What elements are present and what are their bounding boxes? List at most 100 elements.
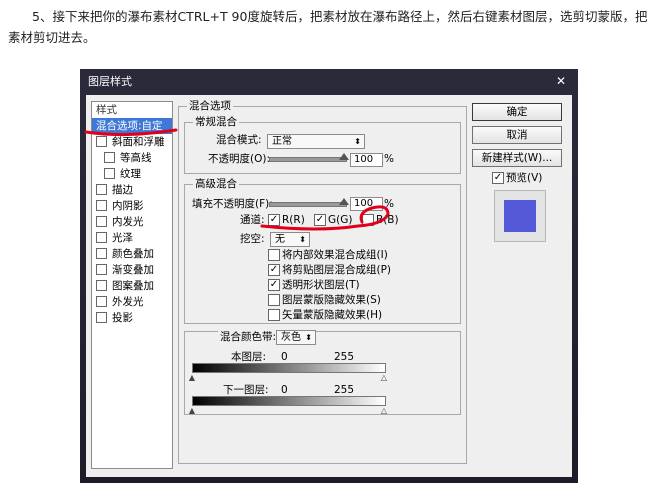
general-blending-title: 常规混合 bbox=[193, 116, 239, 128]
fill-opacity-label: 填充不透明度(F): bbox=[192, 198, 273, 210]
style-item-label: 图案叠加 bbox=[112, 280, 154, 292]
underlying-white-slider-icon[interactable]: △ bbox=[380, 407, 388, 415]
blend-clipped-checkbox[interactable]: ✓ bbox=[268, 264, 280, 276]
style-checkbox[interactable] bbox=[96, 279, 107, 291]
style-item-label: 颜色叠加 bbox=[112, 248, 154, 260]
style-item-label: 描边 bbox=[112, 184, 133, 196]
style-item-satin[interactable]: 光泽 bbox=[92, 230, 172, 246]
this-layer-label: 本图层: bbox=[231, 351, 267, 363]
ok-button[interactable]: 确定 bbox=[472, 103, 562, 121]
style-checkbox[interactable] bbox=[96, 263, 107, 275]
blend-if-label: 混合颜色带: bbox=[218, 330, 279, 344]
style-item-stroke[interactable]: 描边 bbox=[92, 182, 172, 198]
cancel-button[interactable]: 取消 bbox=[472, 126, 562, 144]
style-checkbox[interactable] bbox=[96, 183, 107, 195]
style-item-label: 外发光 bbox=[112, 296, 144, 308]
layer-mask-hides-checkbox[interactable] bbox=[268, 294, 280, 306]
blend-mode-value: 正常 bbox=[272, 136, 292, 147]
blend-interior-checkbox[interactable] bbox=[268, 249, 280, 261]
styles-list: 样式 混合选项:自定 斜面和浮雕 等高线 纹理 描边 内阴影 内发光 光泽 颜色… bbox=[91, 101, 173, 469]
this-layer-black-slider-icon[interactable]: ▲ bbox=[188, 374, 196, 382]
knockout-value: 无 bbox=[275, 234, 285, 245]
new-style-button[interactable]: 新建样式(W)... bbox=[472, 149, 562, 167]
advanced-blending-title: 高级混合 bbox=[193, 178, 239, 190]
tutorial-caption: 5、接下来把你的瀑布素材CTRL+T 90度旋转后，把素材放在瀑布路径上，然后右… bbox=[8, 6, 652, 48]
this-layer-gradient[interactable] bbox=[192, 363, 386, 373]
caption-text: 5、接下来把你的瀑布素材CTRL+T 90度旋转后，把素材放在瀑布路径上，然后右… bbox=[8, 9, 648, 45]
style-item-outer-glow[interactable]: 外发光 bbox=[92, 294, 172, 310]
style-item-label: 混合选项:自定 bbox=[96, 120, 163, 132]
style-item-pattern-overlay[interactable]: 图案叠加 bbox=[92, 278, 172, 294]
style-checkbox[interactable] bbox=[96, 247, 107, 259]
style-checkbox[interactable] bbox=[96, 231, 107, 243]
opacity-input[interactable]: 100 bbox=[350, 153, 383, 167]
updown-arrow-icon: ⬍ bbox=[299, 235, 306, 244]
preview-swatch bbox=[504, 200, 536, 232]
style-checkbox[interactable] bbox=[96, 311, 107, 323]
underlying-black-slider-icon[interactable]: ▲ bbox=[188, 407, 196, 415]
style-checkbox[interactable] bbox=[96, 215, 107, 227]
underlying-layer-label: 下一图层: bbox=[223, 384, 269, 396]
fill-opacity-slider-thumb[interactable] bbox=[339, 198, 349, 205]
blend-if-select[interactable]: 灰色 ⬍ bbox=[276, 330, 316, 345]
channel-b-label: B(B) bbox=[376, 214, 399, 226]
underlying-layer-gradient[interactable] bbox=[192, 396, 386, 406]
style-item-blending-options[interactable]: 混合选项:自定 bbox=[92, 118, 172, 134]
layer-mask-hides-label: 图层蒙版隐藏效果(S) bbox=[282, 294, 381, 306]
transparency-shapes-checkbox[interactable]: ✓ bbox=[268, 279, 280, 291]
vector-mask-hides-checkbox[interactable] bbox=[268, 309, 280, 321]
preview-label: 预览(V) bbox=[506, 172, 543, 184]
opacity-label: 不透明度(O): bbox=[208, 153, 270, 165]
underlying-layer-min: 0 bbox=[281, 384, 288, 396]
style-checkbox[interactable] bbox=[96, 199, 107, 211]
close-icon[interactable]: ✕ bbox=[552, 73, 570, 89]
style-item-contour[interactable]: 等高线 bbox=[92, 150, 172, 166]
style-item-inner-shadow[interactable]: 内阴影 bbox=[92, 198, 172, 214]
transparency-shapes-label: 透明形状图层(T) bbox=[282, 279, 360, 291]
blend-clipped-label: 将剪贴图层混合成组(P) bbox=[282, 264, 392, 276]
style-preview bbox=[494, 190, 546, 242]
knockout-select[interactable]: 无 ⬍ bbox=[270, 232, 310, 247]
opacity-slider[interactable] bbox=[269, 157, 347, 162]
underlying-layer-max: 255 bbox=[334, 384, 355, 396]
this-layer-min: 0 bbox=[281, 351, 288, 363]
style-item-inner-glow[interactable]: 内发光 bbox=[92, 214, 172, 230]
style-item-color-overlay[interactable]: 颜色叠加 bbox=[92, 246, 172, 262]
style-checkbox[interactable] bbox=[104, 167, 115, 179]
channels-label: 通道: bbox=[240, 214, 265, 226]
vector-mask-hides-label: 矢量蒙版隐藏效果(H) bbox=[282, 309, 383, 321]
this-layer-max: 255 bbox=[334, 351, 355, 363]
style-checkbox[interactable] bbox=[96, 135, 107, 147]
opacity-slider-thumb[interactable] bbox=[339, 153, 349, 160]
style-item-label: 内发光 bbox=[112, 216, 144, 228]
updown-arrow-icon: ⬍ bbox=[305, 333, 312, 342]
blend-mode-label: 混合模式: bbox=[216, 134, 262, 146]
channel-g-checkbox[interactable]: ✓ bbox=[314, 214, 326, 226]
fill-opacity-percent: % bbox=[384, 198, 394, 210]
this-layer-white-slider-icon[interactable]: △ bbox=[380, 374, 388, 382]
fill-opacity-input[interactable]: 100 bbox=[350, 197, 383, 211]
updown-arrow-icon: ⬍ bbox=[354, 137, 361, 146]
style-item-label: 内阴影 bbox=[112, 200, 144, 212]
fill-opacity-slider[interactable] bbox=[269, 202, 347, 207]
channel-g-label: G(G) bbox=[328, 214, 353, 226]
dialog-title: 图层样式 bbox=[88, 75, 132, 88]
style-item-label: 渐变叠加 bbox=[112, 264, 154, 276]
preview-checkbox[interactable]: ✓ bbox=[492, 172, 504, 184]
style-item-drop-shadow[interactable]: 投影 bbox=[92, 310, 172, 326]
style-item-texture[interactable]: 纹理 bbox=[92, 166, 172, 182]
style-item-label: 光泽 bbox=[112, 232, 133, 244]
channel-r-label: R(R) bbox=[282, 214, 305, 226]
blend-if-value: 灰色 bbox=[281, 332, 301, 343]
channel-b-checkbox[interactable] bbox=[362, 214, 374, 226]
style-item-bevel-emboss[interactable]: 斜面和浮雕 bbox=[92, 134, 172, 150]
knockout-label: 挖空: bbox=[240, 233, 265, 245]
style-item-label: 等高线 bbox=[120, 152, 152, 164]
style-item-label: 投影 bbox=[112, 312, 133, 324]
style-checkbox[interactable] bbox=[96, 295, 107, 307]
channel-r-checkbox[interactable]: ✓ bbox=[268, 214, 280, 226]
blending-options-title: 混合选项 bbox=[187, 100, 233, 112]
style-item-gradient-overlay[interactable]: 渐变叠加 bbox=[92, 262, 172, 278]
style-checkbox[interactable] bbox=[104, 151, 115, 163]
blend-mode-select[interactable]: 正常 ⬍ bbox=[267, 134, 365, 149]
